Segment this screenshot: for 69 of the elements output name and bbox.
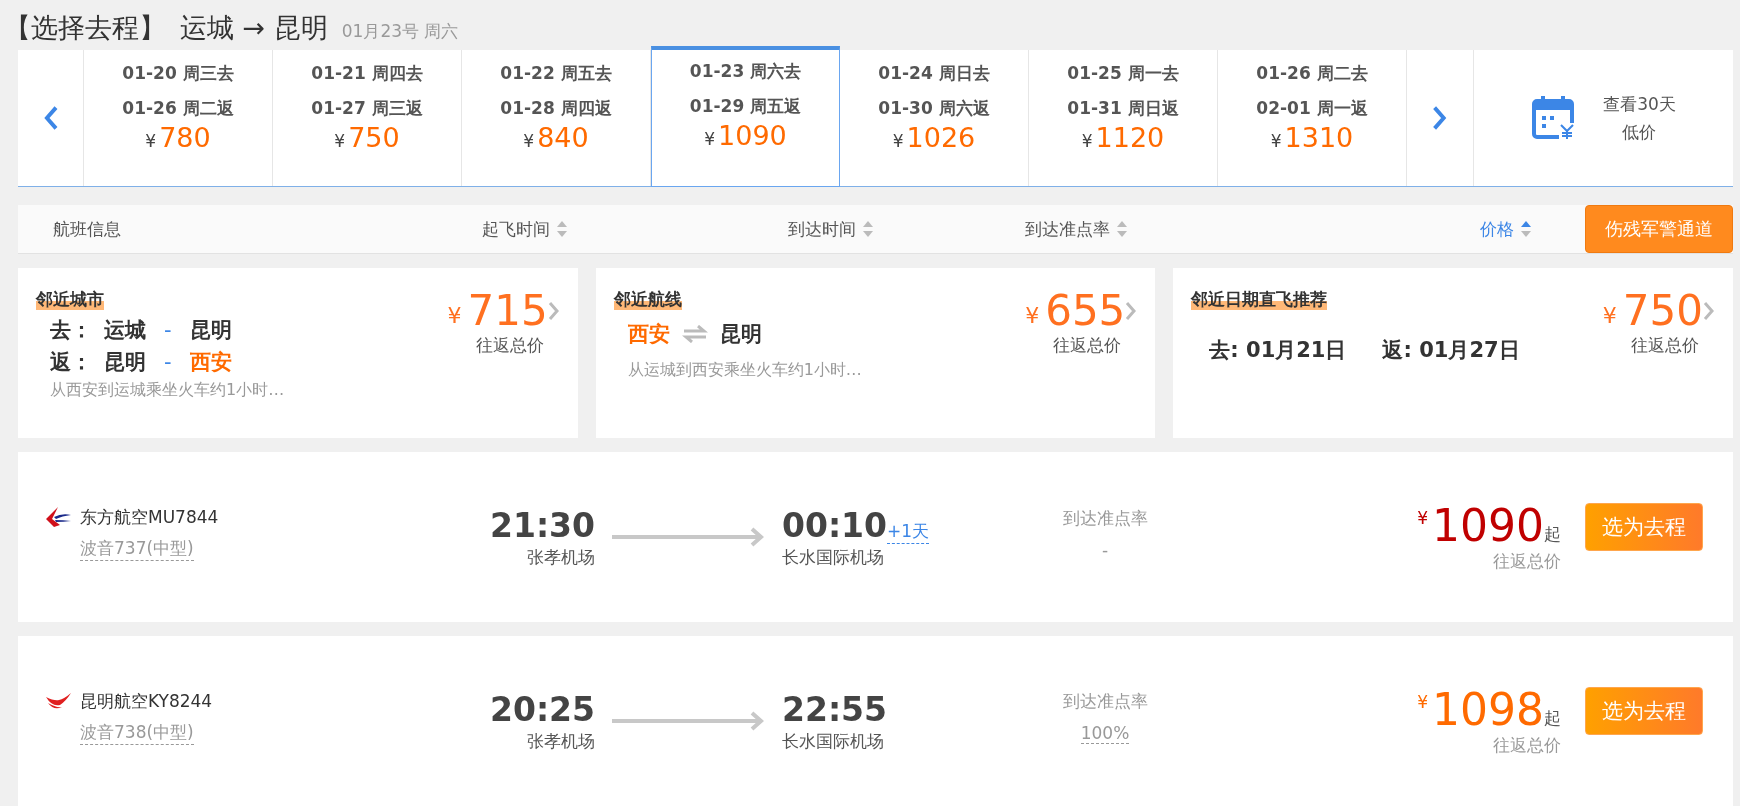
column-label: 到达时间 [788, 217, 856, 241]
price-suffix: 起 [1544, 706, 1561, 730]
price-label: 往返总价 [475, 334, 544, 357]
departure-airport: 张孝机场 [527, 729, 595, 753]
price-label: 往返总价 [1631, 334, 1699, 357]
airline-name: 东方航空MU7844 [80, 505, 219, 529]
sort-column[interactable]: 航班信息 [53, 217, 482, 241]
chevron-right-icon [547, 301, 560, 321]
column-label: 到达准点率 [1025, 217, 1110, 241]
currency-sign: ¥ [447, 302, 462, 328]
airline-name: 昆明航空KY8244 [80, 689, 213, 713]
chevron-left-icon [42, 105, 59, 131]
sort-column[interactable]: 到达准点率 [1025, 217, 1480, 241]
sort-column[interactable]: 价格 [1480, 217, 1585, 241]
chevron-right-icon [1703, 301, 1715, 321]
price: 655 [1045, 288, 1126, 334]
card-note: 从西安到运城乘坐火车约1小时… [50, 380, 285, 401]
sort-icon [556, 220, 568, 238]
column-label: 价格 [1480, 217, 1514, 241]
route-dash: - [164, 350, 172, 374]
arrival-time: 00:10 [782, 505, 888, 546]
price: 715 [467, 288, 548, 334]
punctuality-value: - [1101, 539, 1109, 560]
price-label: 往返总价 [1053, 334, 1122, 357]
punctuality-label: 到达准点率 [1062, 506, 1148, 530]
sort-icon [1116, 220, 1128, 238]
flight-price: 1098 [1432, 685, 1544, 734]
arrival-airport: 长水国际机场 [782, 545, 884, 569]
trip-date: 去: 01月21日 [1209, 337, 1347, 364]
trip-date: 01月23号 周六 [341, 20, 459, 43]
trip-date: 返: 01月27日 [1382, 337, 1520, 364]
city-name: 昆明 [719, 321, 762, 348]
currency-sign: ¥ [1602, 302, 1617, 328]
arrival-airport: 长水国际机场 [782, 729, 884, 753]
column-label: 航班信息 [53, 217, 121, 241]
page-title: 【选择去程】 [4, 11, 166, 45]
currency-sign: ¥ [1417, 507, 1428, 528]
currency-sign: ¥ [1025, 302, 1040, 328]
next-day-label[interactable]: +1天 [887, 519, 930, 544]
flight-price: 1090 [1432, 501, 1544, 550]
chevron-right-icon [1432, 105, 1448, 131]
route-label: 去： [50, 317, 92, 344]
route-label: 返： [50, 349, 92, 376]
sort-icon [862, 220, 874, 238]
city-name: 西安 [627, 321, 670, 348]
card-note: 从运城到西安乘坐火车约1小时… [627, 360, 862, 381]
price-suffix: 起 [1544, 522, 1561, 546]
price-label: 往返总价 [1493, 549, 1561, 573]
chevron-right-icon [1125, 301, 1138, 321]
city-name: 昆明 [189, 317, 232, 344]
sort-column[interactable]: 到达时间 [788, 217, 1025, 241]
arrival-time: 22:55 [782, 689, 888, 730]
city-name: 西安 [189, 349, 232, 376]
city-name: 运城 [104, 317, 146, 344]
route-dash: - [164, 318, 172, 342]
city-name: 昆明 [104, 349, 146, 376]
swap-icon [681, 325, 708, 343]
departure-time: 21:30 [489, 505, 595, 546]
departure-time: 20:25 [489, 689, 595, 730]
departure-airport: 张孝机场 [527, 545, 595, 569]
route-title: 运城 → 昆明 [180, 11, 328, 45]
sort-icon [1520, 220, 1532, 238]
currency-sign: ¥ [1417, 691, 1428, 712]
price: 750 [1622, 288, 1703, 334]
date-tab[interactable]: 01-23 周六去 01-29 周五返 ¥1090 [651, 46, 840, 187]
price-label: 往返总价 [1493, 733, 1561, 757]
punctuality-label: 到达准点率 [1062, 690, 1148, 713]
sort-column[interactable]: 起飞时间 [482, 217, 788, 241]
column-label: 起飞时间 [482, 217, 550, 241]
